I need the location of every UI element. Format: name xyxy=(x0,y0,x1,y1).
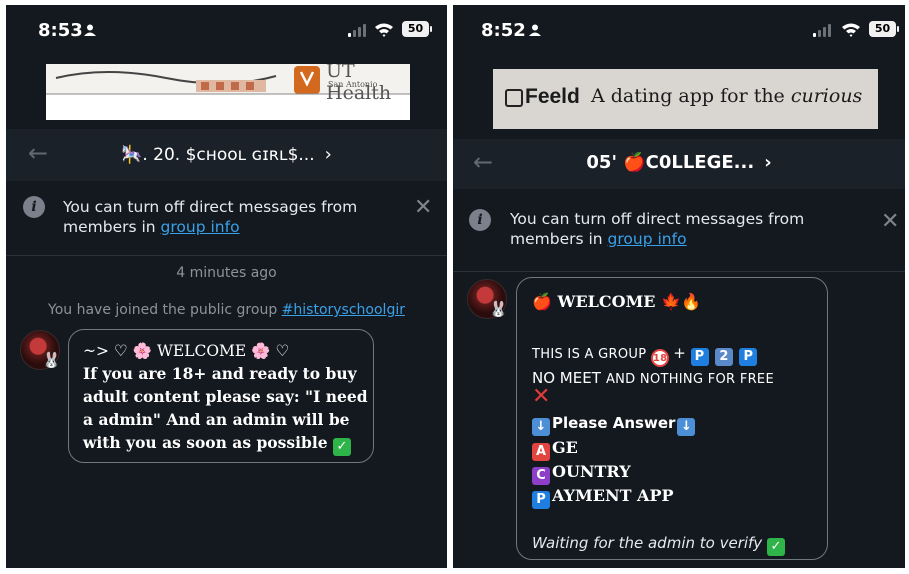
divider xyxy=(6,255,447,256)
info-icon: i xyxy=(469,209,491,231)
check-icon: ✓ xyxy=(766,538,785,556)
message-line-3: adult content please say: "I need xyxy=(83,387,368,406)
message-line-5: with you as soon as possible ✓ xyxy=(83,433,353,456)
check-icon: ✓ xyxy=(332,438,351,456)
welcome-line: 🍎 WELCOME 🍁🔥 xyxy=(532,292,701,311)
group-info-link[interactable]: group info xyxy=(161,218,240,236)
chevron-right-icon: › xyxy=(324,144,332,165)
person-icon xyxy=(84,24,96,36)
chat-title[interactable]: 05' 🍎C𝟬LLEGE... › xyxy=(453,152,905,173)
welcome-text: WELCOME xyxy=(557,292,656,311)
group-name: 05' 🍎C𝟬LLEGE... xyxy=(586,152,755,173)
chat-title[interactable]: 🎠. 20. $ᴄʜᴏᴏʟ ɢɪʀʟ$... › xyxy=(6,144,447,165)
right-screenshot: 8:52 50 Feeld A dating app for the curio… xyxy=(453,5,905,568)
timestamp: 4 minutes ago xyxy=(176,265,277,281)
message-line-4: a admin" And an admin will be xyxy=(83,410,350,429)
waiting-line: Waiting for the admin to verify ✓ xyxy=(532,534,787,556)
group-line: THIS IS A GROUP 18 + P 2 P xyxy=(532,344,759,367)
wifi-icon xyxy=(375,23,393,37)
message-bubble: 🍎 WELCOME 🍁🔥 THIS IS A GROUP 18 + P 2 P … xyxy=(516,277,828,560)
battery-icon: 50 xyxy=(402,21,432,37)
person-icon xyxy=(529,24,541,36)
a-box-icon: A xyxy=(532,443,550,461)
ad-banner[interactable]: UT Health San Antonio xyxy=(46,64,410,120)
cross-mark-icon: ✕ xyxy=(532,384,551,409)
battery-icon: 50 xyxy=(869,21,899,37)
arrow-down-icon: ↓ xyxy=(677,418,696,436)
status-time: 8:53 xyxy=(38,20,83,41)
message-line-5-text: with you as soon as possible xyxy=(83,433,328,452)
status-bar: 8:53 50 xyxy=(6,5,447,57)
bunny-icon: 🐰 xyxy=(489,300,508,318)
group-hashtag-link[interactable]: #historyschoolgir xyxy=(282,302,405,318)
ad-tagline: A dating app for the curious xyxy=(591,85,862,107)
signal-icon xyxy=(813,24,833,37)
feeld-logo-icon xyxy=(505,89,523,107)
country-text: OUNTRY xyxy=(552,462,631,481)
cross-line: ✕ xyxy=(532,384,550,409)
message-bubble: ~> ♡ 🌸 WELCOME 🌸 ♡ If you are 18+ and re… xyxy=(68,329,374,463)
status-time: 8:52 xyxy=(481,20,526,41)
message-line-2: If you are 18+ and ready to buy xyxy=(83,364,357,383)
arrow-down-icon: ↓ xyxy=(532,418,550,436)
no-meet-line: NO MEET AND NOTHING FOR FREE xyxy=(532,368,774,387)
info-icon: i xyxy=(23,196,45,218)
p-box-icon: P xyxy=(690,348,709,366)
p-box-icon: P xyxy=(532,491,550,509)
ad-tagline-em: curious xyxy=(790,85,863,107)
group-info-link[interactable]: group info xyxy=(608,230,687,248)
ad-brand: Feeld xyxy=(525,85,580,108)
status-bar: 8:52 50 xyxy=(453,5,905,57)
close-icon[interactable]: ✕ xyxy=(881,209,899,234)
avatar[interactable]: 🐰 xyxy=(20,330,61,370)
group-name: 🎠. 20. $ᴄʜᴏᴏʟ ɢɪʀʟ$... xyxy=(121,145,315,165)
ad-org-sub: San Antonio xyxy=(328,80,378,89)
close-icon[interactable]: ✕ xyxy=(414,195,432,220)
age-line: A GE xyxy=(532,438,578,461)
ad-tagline-text: A dating app for the xyxy=(591,85,791,107)
left-screenshot: 8:53 50 UT Health San Antonio ← 🎠. 20. $… xyxy=(6,5,447,568)
please-answer-text: Please Answer xyxy=(552,414,676,432)
avatar[interactable]: 🐰 xyxy=(467,279,508,319)
country-line: C OUNTRY xyxy=(532,462,631,485)
nothing-free-text: AND NOTHING FOR FREE xyxy=(605,372,774,387)
p-box-icon: P xyxy=(739,348,758,366)
group-line-text: THIS IS A GROUP xyxy=(532,347,647,362)
chat-header: ← 🎠. 20. $ᴄʜᴏᴏʟ ɢɪʀʟ$... › xyxy=(6,129,447,181)
two-box-icon: 2 xyxy=(715,348,733,366)
joined-notice: You have joined the public group #histor… xyxy=(6,302,447,318)
notice-text: You can turn off direct messages from me… xyxy=(510,209,840,249)
dm-notice: i You can turn off direct messages from … xyxy=(6,183,447,255)
waiting-text: Waiting for the admin to verify xyxy=(532,534,763,552)
dm-notice: i You can turn off direct messages from … xyxy=(453,193,905,271)
message-line-1: ~> ♡ 🌸 WELCOME 🌸 ♡ xyxy=(83,342,290,360)
divider xyxy=(453,271,905,272)
wifi-icon xyxy=(842,23,860,37)
age-text: GE xyxy=(552,438,578,457)
signal-icon xyxy=(348,24,368,37)
c-box-icon: C xyxy=(532,467,550,485)
payment-text: AYMENT APP xyxy=(552,486,674,505)
please-answer-line: ↓ Please Answer ↓ xyxy=(532,414,697,436)
payment-line: P AYMENT APP xyxy=(532,486,674,509)
ad-banner[interactable]: Feeld A dating app for the curious xyxy=(493,69,878,129)
chat-header: ← 05' 🍎C𝟬LLEGE... › xyxy=(453,139,905,189)
chevron-right-icon: › xyxy=(764,152,772,173)
bunny-icon: 🐰 xyxy=(42,351,61,369)
adult-18-icon: 18 xyxy=(650,349,669,367)
joined-text: You have joined the public group xyxy=(48,302,282,318)
notice-text: You can turn off direct messages from me… xyxy=(63,197,383,237)
